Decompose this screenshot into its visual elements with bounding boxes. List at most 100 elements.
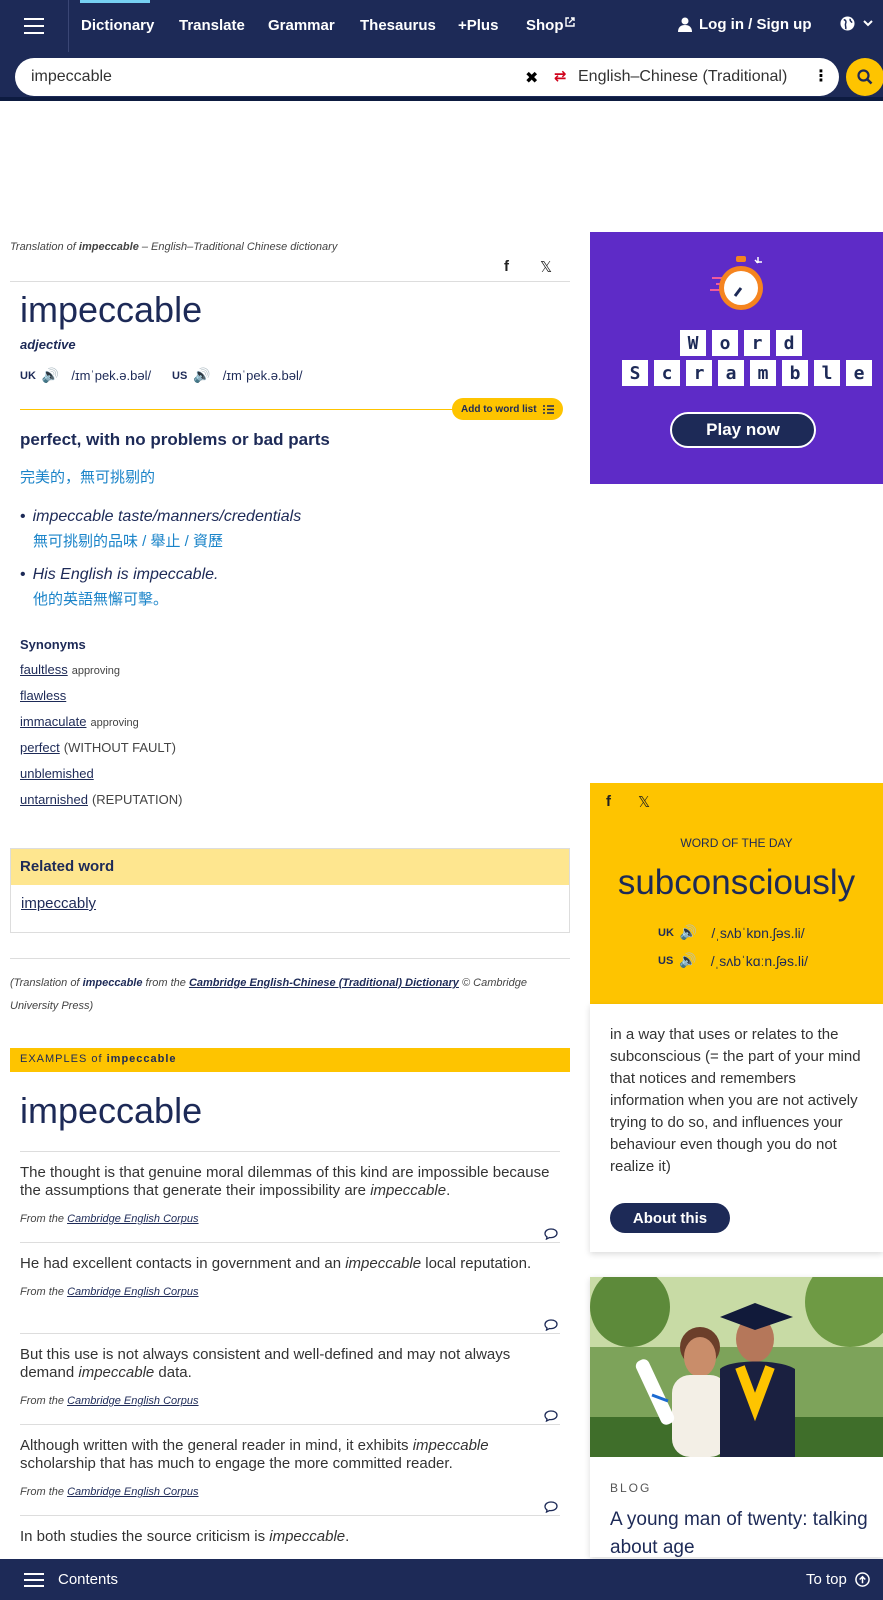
search-input[interactable] bbox=[31, 66, 511, 88]
comment-icon[interactable] bbox=[544, 1410, 558, 1422]
synonym-link[interactable]: faultless bbox=[20, 662, 68, 677]
synonym-item: flawless bbox=[20, 688, 66, 703]
blog-label: BLOG bbox=[610, 1481, 652, 1495]
add-to-word-list-label: Add to word list bbox=[461, 403, 537, 415]
about-this-button[interactable]: About this bbox=[610, 1203, 730, 1233]
more-options-icon[interactable]: ⋮ bbox=[813, 66, 829, 86]
globe-icon bbox=[840, 16, 855, 31]
credit-dictionary-link[interactable]: Cambridge English-Chinese (Traditional) … bbox=[189, 977, 459, 989]
facebook-share-icon[interactable]: f bbox=[504, 258, 509, 275]
letter-tile: l bbox=[814, 360, 840, 386]
wotd-us-ipa: /ˌsʌbˈkɑːn.ʃəs.li/ bbox=[710, 952, 808, 969]
wotd-definition-card: in a way that uses or relates to the sub… bbox=[590, 1004, 883, 1252]
add-to-word-list-button[interactable]: Add to word list bbox=[452, 398, 563, 420]
letter-tile: d bbox=[776, 330, 802, 356]
credit-text-2: from the bbox=[145, 977, 186, 989]
example-english: His English is impeccable. bbox=[20, 566, 560, 584]
example-source: From the Cambridge English Corpus bbox=[20, 1395, 199, 1407]
related-word-link[interactable]: impeccably bbox=[21, 895, 96, 912]
clear-search-icon[interactable]: ✖ bbox=[525, 68, 538, 88]
corpus-example: Although written with the general reader… bbox=[20, 1424, 560, 1515]
part-of-speech: adjective bbox=[20, 337, 76, 352]
swap-language-icon[interactable]: ⇄ bbox=[554, 67, 567, 85]
nav-dictionary[interactable]: Dictionary bbox=[81, 17, 154, 34]
nav-grammar[interactable]: Grammar bbox=[268, 17, 335, 34]
synonym-link[interactable]: untarnished bbox=[20, 792, 88, 807]
examples-bar-label: EXAMPLES of bbox=[20, 1053, 103, 1065]
word-scramble-ad[interactable]: W o r d S c r a m b l e Play now bbox=[590, 232, 883, 484]
example-english: impeccable taste/manners/credentials bbox=[20, 508, 560, 526]
nav-shop[interactable]: Shop bbox=[526, 17, 575, 34]
synonym-note: approving bbox=[90, 717, 139, 729]
facebook-share-icon[interactable]: f bbox=[606, 793, 611, 810]
corpus-link[interactable]: Cambridge English Corpus bbox=[67, 1486, 198, 1498]
synonym-link[interactable]: perfect bbox=[20, 740, 60, 755]
definition: perfect, with no problems or bad parts bbox=[20, 430, 330, 449]
headword: impeccable bbox=[20, 289, 203, 330]
search-button[interactable] bbox=[846, 58, 883, 96]
corpus-link[interactable]: Cambridge English Corpus bbox=[67, 1395, 198, 1407]
stopwatch-icon bbox=[710, 256, 763, 310]
dictionary-language-select[interactable]: English–Chinese (Traditional) bbox=[578, 68, 787, 86]
language-menu[interactable] bbox=[840, 16, 873, 31]
synonym-note: approving bbox=[71, 665, 121, 677]
letter-tile: S bbox=[622, 360, 648, 386]
tiles-word: W o r d bbox=[680, 330, 802, 356]
synonym-item: immaculate approving bbox=[20, 714, 139, 729]
uk-label: UK bbox=[658, 926, 674, 939]
synonym-sense: (REPUTATION) bbox=[91, 792, 183, 807]
related-word-box: Related word impeccably bbox=[10, 848, 570, 933]
contents-button[interactable]: Contents bbox=[24, 1571, 118, 1588]
to-top-button[interactable]: To top bbox=[806, 1571, 870, 1588]
example-sentence: The thought is that genuine moral dilemm… bbox=[20, 1164, 550, 1199]
wotd-us-pronunciation: US 🔊 /ˌsʌbˈkɑːn.ʃəs.li/ bbox=[658, 952, 808, 969]
letter-tile: W bbox=[680, 330, 706, 356]
speaker-icon[interactable]: 🔊 bbox=[193, 367, 210, 384]
comment-icon[interactable] bbox=[544, 1319, 558, 1331]
corpus-link[interactable]: Cambridge English Corpus bbox=[67, 1213, 198, 1225]
uk-ipa: /ɪmˈpek.ə.bəl/ bbox=[71, 368, 152, 383]
blog-title[interactable]: A young man of twenty: talking about age bbox=[610, 1506, 875, 1557]
speaker-icon[interactable]: 🔊 bbox=[42, 367, 59, 384]
login-link[interactable]: Log in / Sign up bbox=[678, 16, 811, 33]
speaker-icon[interactable]: 🔊 bbox=[679, 952, 696, 969]
example-item: impeccable taste/manners/credentials 無可挑… bbox=[20, 508, 560, 551]
divider bbox=[10, 958, 570, 959]
wotd-uk-pronunciation: UK 🔊 /ˌsʌbˈkɒn.ʃəs.li/ bbox=[658, 924, 805, 941]
synonym-item: unblemished bbox=[20, 766, 94, 781]
share-row: f 𝕏 bbox=[10, 250, 570, 282]
play-now-button[interactable]: Play now bbox=[670, 412, 816, 448]
synonym-link[interactable]: flawless bbox=[20, 688, 66, 703]
uk-label: UK bbox=[20, 369, 36, 382]
x-share-icon[interactable]: 𝕏 bbox=[540, 258, 552, 276]
synonym-link[interactable]: unblemished bbox=[20, 766, 94, 781]
search-icon bbox=[857, 69, 873, 85]
search-bar: ✖ ⇄ English–Chinese (Traditional) ⋮ bbox=[0, 52, 883, 101]
menu-button[interactable] bbox=[0, 0, 69, 52]
wotd-label: WORD OF THE DAY bbox=[680, 836, 793, 850]
example-translation: 他的英語無懈可擊。 bbox=[33, 591, 169, 608]
blog-card[interactable]: BLOG A young man of twenty: talking abou… bbox=[590, 1277, 883, 1557]
nav-translate[interactable]: Translate bbox=[179, 17, 245, 34]
example-item: His English is impeccable. 他的英語無懈可擊。 bbox=[20, 566, 560, 609]
nav-plus[interactable]: +Plus bbox=[458, 17, 498, 34]
x-share-icon[interactable]: 𝕏 bbox=[638, 793, 650, 811]
example-sentence: But this use is not always consistent an… bbox=[20, 1346, 511, 1381]
synonym-link[interactable]: immaculate bbox=[20, 714, 86, 729]
synonym-item: faultless approving bbox=[20, 662, 120, 677]
corpus-example: But this use is not always consistent an… bbox=[20, 1333, 560, 1424]
letter-tile: m bbox=[750, 360, 776, 386]
synonym-item: untarnished (REPUTATION) bbox=[20, 792, 182, 807]
login-label: Log in / Sign up bbox=[699, 16, 812, 33]
external-link-icon bbox=[564, 17, 575, 27]
comment-icon[interactable] bbox=[544, 1228, 558, 1240]
comment-icon[interactable] bbox=[544, 1501, 558, 1513]
related-word-title: Related word bbox=[11, 849, 569, 885]
nav-thesaurus[interactable]: Thesaurus bbox=[360, 17, 436, 34]
letter-tile: e bbox=[846, 360, 872, 386]
letter-tile: o bbox=[712, 330, 738, 356]
corpus-link[interactable]: Cambridge English Corpus bbox=[67, 1286, 198, 1298]
speaker-icon[interactable]: 🔊 bbox=[680, 924, 697, 941]
credit-word: impeccable bbox=[82, 977, 143, 989]
synonyms-title: Synonyms bbox=[20, 637, 86, 652]
